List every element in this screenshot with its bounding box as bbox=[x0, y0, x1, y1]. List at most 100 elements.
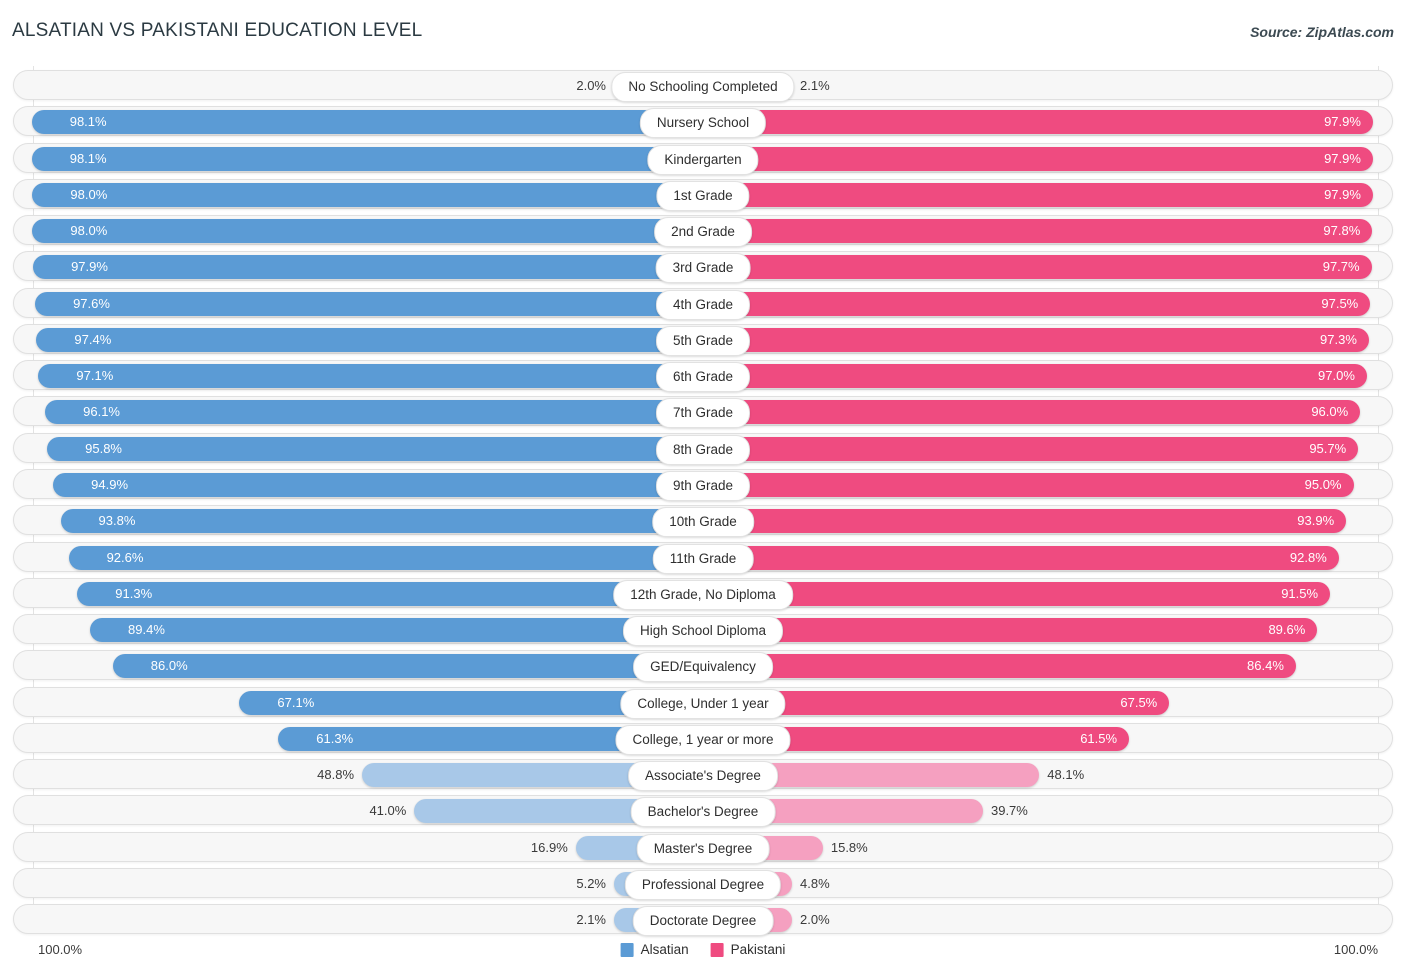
category-label[interactable]: College, Under 1 year bbox=[620, 688, 786, 719]
bar-pakistani[interactable] bbox=[717, 618, 1318, 643]
bar-alsatian[interactable] bbox=[31, 146, 689, 171]
value-label-pakistani: 97.8% bbox=[1323, 223, 1361, 239]
category-label[interactable]: Bachelor's Degree bbox=[630, 797, 776, 828]
value-label-alsatian: 89.4% bbox=[128, 622, 165, 638]
bar-alsatian[interactable] bbox=[35, 291, 689, 316]
category-label[interactable]: 11th Grade bbox=[652, 543, 754, 574]
bar-pakistani[interactable] bbox=[717, 472, 1354, 497]
value-label-pakistani: 97.9% bbox=[1324, 114, 1361, 130]
category-label[interactable]: 8th Grade bbox=[655, 434, 751, 465]
category-label[interactable]: 3rd Grade bbox=[655, 253, 751, 284]
table-row[interactable]: 67.1% 67.5% College, Under 1 year bbox=[13, 686, 1393, 719]
category-label[interactable]: 5th Grade bbox=[655, 325, 751, 356]
bar-pakistani[interactable] bbox=[717, 364, 1367, 389]
bar-pakistani[interactable] bbox=[717, 146, 1373, 171]
category-label[interactable]: 7th Grade bbox=[655, 398, 751, 429]
table-row[interactable]: 96.1% 96.0% 7th Grade bbox=[13, 396, 1393, 429]
category-label[interactable]: 4th Grade bbox=[655, 289, 751, 320]
value-label-pakistani: 67.5% bbox=[1120, 694, 1158, 710]
table-row[interactable]: 48.8% 48.1% Associate's Degree bbox=[13, 759, 1393, 792]
table-row[interactable]: 86.0% 86.4% GED/Equivalency bbox=[13, 650, 1393, 683]
table-row[interactable]: 97.1% 97.0% 6th Grade bbox=[13, 360, 1393, 393]
bar-alsatian[interactable] bbox=[60, 509, 689, 534]
bar-alsatian[interactable] bbox=[36, 327, 689, 352]
chart-footer: 100.0% Alsatian Pakistani 100.0% bbox=[0, 938, 1406, 968]
value-label-pakistani: 61.5% bbox=[1080, 730, 1118, 746]
bar-pakistani[interactable] bbox=[717, 436, 1359, 461]
table-row[interactable]: 16.9% 15.8% Master's Degree bbox=[13, 831, 1393, 864]
category-label[interactable]: Kindergarten bbox=[647, 144, 759, 175]
category-label[interactable]: Master's Degree bbox=[636, 833, 770, 864]
bar-alsatian[interactable] bbox=[90, 618, 689, 643]
category-label[interactable]: 9th Grade bbox=[655, 470, 751, 501]
value-label-pakistani: 95.0% bbox=[1304, 476, 1342, 492]
value-label-alsatian: 86.0% bbox=[150, 658, 188, 674]
bar-alsatian[interactable] bbox=[68, 545, 689, 570]
value-label-pakistani: 4.8% bbox=[800, 875, 830, 891]
table-row[interactable]: 91.3% 91.5% 12th Grade, No Diploma bbox=[13, 577, 1393, 610]
bar-alsatian[interactable] bbox=[53, 472, 689, 497]
bar-pakistani[interactable] bbox=[717, 255, 1372, 280]
category-label[interactable]: College, 1 year or more bbox=[615, 724, 791, 755]
category-label[interactable]: Associate's Degree bbox=[628, 761, 778, 792]
bar-pakistani[interactable] bbox=[717, 327, 1369, 352]
page-title: ALSATIAN VS PAKISTANI EDUCATION LEVEL bbox=[12, 20, 423, 41]
bar-pakistani[interactable] bbox=[717, 182, 1373, 207]
category-label[interactable]: 1st Grade bbox=[656, 180, 750, 211]
legend-item-pakistani[interactable]: Pakistani bbox=[710, 938, 785, 962]
category-label[interactable]: 2nd Grade bbox=[654, 217, 752, 248]
bar-alsatian[interactable] bbox=[112, 654, 689, 679]
category-label[interactable]: 6th Grade bbox=[655, 362, 751, 393]
table-row[interactable]: 2.1% 2.0% Doctorate Degree bbox=[13, 904, 1393, 937]
category-label[interactable]: Doctorate Degree bbox=[632, 906, 774, 937]
table-row[interactable]: 98.1% 97.9% Nursery School bbox=[13, 106, 1393, 139]
table-row[interactable]: 97.6% 97.5% 4th Grade bbox=[13, 287, 1393, 320]
table-row[interactable]: 98.0% 97.9% 1st Grade bbox=[13, 178, 1393, 211]
table-row[interactable]: 93.8% 93.9% 10th Grade bbox=[13, 505, 1393, 538]
bar-alsatian[interactable] bbox=[45, 400, 689, 425]
value-label-pakistani: 91.5% bbox=[1281, 585, 1319, 601]
table-row[interactable]: 41.0% 39.7% Bachelor's Degree bbox=[13, 795, 1393, 828]
bar-pakistani[interactable] bbox=[717, 400, 1361, 425]
category-label[interactable]: 12th Grade, No Diploma bbox=[613, 579, 793, 610]
bar-pakistani[interactable] bbox=[717, 291, 1371, 316]
table-row[interactable]: 92.6% 92.8% 11th Grade bbox=[13, 541, 1393, 574]
bar-alsatian[interactable] bbox=[31, 110, 689, 135]
bar-alsatian[interactable] bbox=[77, 581, 689, 606]
table-row[interactable]: 97.4% 97.3% 5th Grade bbox=[13, 323, 1393, 356]
table-row[interactable]: 98.0% 97.8% 2nd Grade bbox=[13, 215, 1393, 248]
bar-alsatian[interactable] bbox=[38, 364, 689, 389]
table-row[interactable]: 2.0% 2.1% No Schooling Completed bbox=[13, 70, 1393, 102]
table-row[interactable]: 95.8% 95.7% 8th Grade bbox=[13, 432, 1393, 465]
category-label[interactable]: Professional Degree bbox=[624, 869, 782, 900]
category-label[interactable]: No Schooling Completed bbox=[611, 72, 795, 102]
bar-pakistani[interactable] bbox=[717, 219, 1373, 244]
value-label-pakistani: 92.8% bbox=[1289, 549, 1327, 565]
table-row[interactable]: 89.4% 89.6% High School Diploma bbox=[13, 614, 1393, 647]
bar-pakistani[interactable] bbox=[717, 509, 1347, 534]
table-row[interactable]: 98.1% 97.9% Kindergarten bbox=[13, 142, 1393, 175]
bar-pakistani[interactable] bbox=[717, 110, 1373, 135]
table-row[interactable]: 94.9% 95.0% 9th Grade bbox=[13, 468, 1393, 501]
legend-label-alsatian: Alsatian bbox=[640, 942, 689, 957]
chart-legend: Alsatian Pakistani bbox=[620, 938, 785, 962]
legend-swatch-pakistani-icon bbox=[710, 943, 724, 957]
bar-alsatian[interactable] bbox=[33, 255, 689, 280]
value-label-pakistani: 97.5% bbox=[1321, 295, 1359, 311]
bar-pakistani[interactable] bbox=[717, 654, 1296, 679]
table-row[interactable]: 61.3% 61.5% College, 1 year or more bbox=[13, 722, 1393, 755]
bar-pakistani[interactable] bbox=[717, 545, 1339, 570]
value-label-alsatian: 97.6% bbox=[73, 295, 110, 311]
bar-alsatian[interactable] bbox=[32, 219, 689, 244]
value-label-alsatian: 16.9% bbox=[530, 839, 568, 855]
category-label[interactable]: High School Diploma bbox=[622, 616, 784, 647]
category-label[interactable]: Nursery School bbox=[639, 108, 767, 139]
table-row[interactable]: 5.2% 4.8% Professional Degree bbox=[13, 867, 1393, 900]
bar-alsatian[interactable] bbox=[47, 436, 689, 461]
category-label[interactable]: 10th Grade bbox=[652, 507, 754, 538]
bar-alsatian[interactable] bbox=[32, 182, 689, 207]
bar-pakistani[interactable] bbox=[717, 581, 1331, 606]
table-row[interactable]: 97.9% 97.7% 3rd Grade bbox=[13, 251, 1393, 284]
legend-item-alsatian[interactable]: Alsatian bbox=[620, 938, 689, 962]
category-label[interactable]: GED/Equivalency bbox=[633, 652, 773, 683]
